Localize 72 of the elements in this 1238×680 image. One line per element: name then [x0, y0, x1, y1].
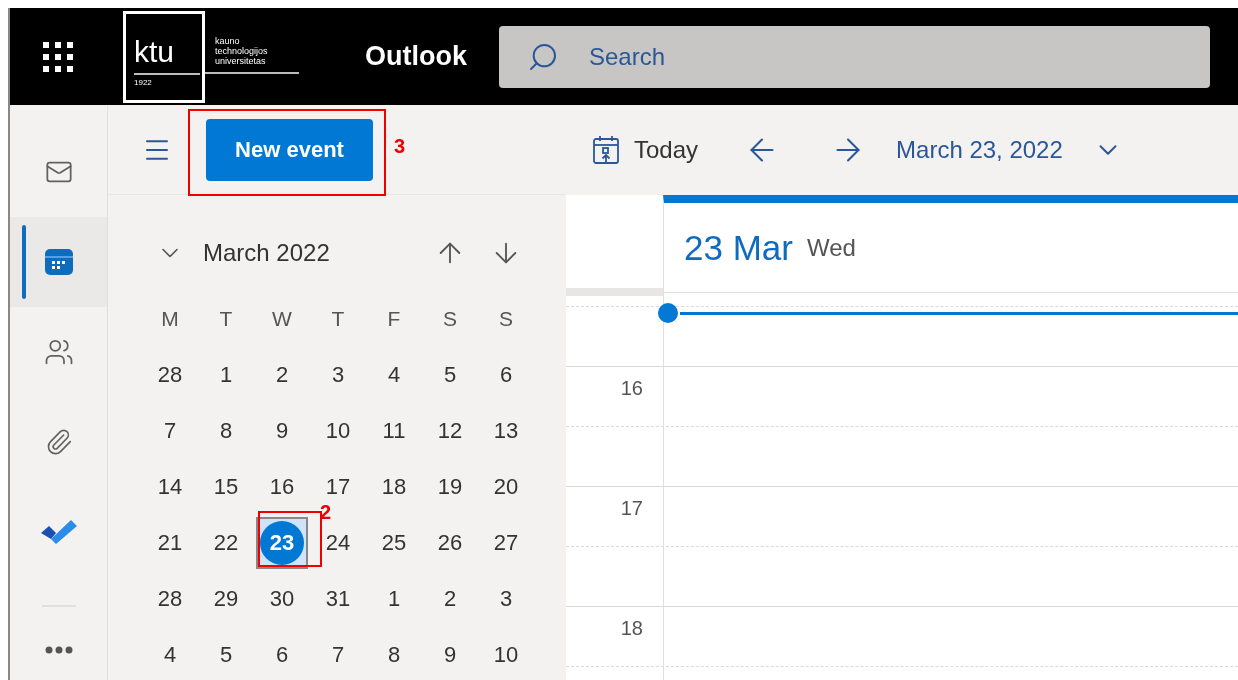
calendar-day[interactable]: 13	[480, 405, 532, 457]
calendar-day[interactable]: 4	[368, 349, 420, 401]
calendar-day[interactable]: 6	[256, 629, 308, 680]
calendar-day[interactable]: 2	[256, 349, 308, 401]
calendar-day[interactable]: 9	[424, 629, 476, 680]
calendar-day[interactable]: 25	[368, 517, 420, 569]
calendar-day[interactable]: 7	[144, 405, 196, 457]
calendar-day[interactable]: 10	[480, 629, 532, 680]
weekday-label: S	[443, 307, 457, 331]
app-launcher-icon[interactable]	[41, 39, 75, 74]
calendar-day[interactable]: 9	[256, 405, 308, 457]
calendar-day[interactable]: 7	[312, 629, 364, 680]
people-icon	[43, 337, 74, 367]
weekday-label: M	[161, 307, 179, 331]
calendar-day[interactable]: 29	[200, 573, 252, 625]
hour-label: 18	[620, 617, 643, 641]
logo-text: universitetas	[215, 55, 266, 66]
annotation-number: 2	[320, 501, 332, 524]
calendar-icon	[43, 247, 74, 277]
calendar-day[interactable]: 10	[312, 405, 364, 457]
calendar-day[interactable]: 28	[144, 573, 196, 625]
calendar-day[interactable]: 12	[424, 405, 476, 457]
calendar-day[interactable]: 16	[256, 461, 308, 513]
calendar-day[interactable]: 11	[368, 405, 420, 457]
calendar-day[interactable]: 1	[368, 573, 420, 625]
calendar-day[interactable]: 26	[424, 517, 476, 569]
calendar-day[interactable]: 23	[256, 517, 308, 569]
calendar-day[interactable]: 3	[312, 349, 364, 401]
calendar-day[interactable]: 19	[424, 461, 476, 513]
new-event-button[interactable]: New event	[206, 118, 373, 181]
logo-year: 1922	[134, 78, 153, 88]
calendar-day[interactable]: 5	[200, 629, 252, 680]
weekday-label: T	[219, 307, 233, 331]
app-title: Outlook	[365, 41, 467, 72]
calendar-day[interactable]: 3	[480, 573, 532, 625]
calendar-day[interactable]: 1	[200, 349, 252, 401]
calendar-day[interactable]: 27	[480, 517, 532, 569]
search-field[interactable]: Search	[499, 25, 1210, 88]
hour-label: 16	[620, 377, 643, 401]
day-date: 23 Mar	[684, 227, 793, 268]
calendar-today-icon	[592, 135, 620, 165]
calendar-day[interactable]: 22	[200, 517, 252, 569]
calendar-day[interactable]: 30	[256, 573, 308, 625]
calendar-day[interactable]: 8	[200, 405, 252, 457]
logo-text: technologijos	[215, 45, 269, 56]
more-icon	[44, 646, 73, 654]
month-title: March 2022	[202, 238, 331, 268]
today-button[interactable]: Today	[586, 135, 705, 165]
calendar-day[interactable]: 28	[144, 349, 196, 401]
calendar-day[interactable]: 5	[424, 349, 476, 401]
calendar-day[interactable]: 31	[312, 573, 364, 625]
date-picker-button[interactable]: March 23, 2022	[896, 135, 1123, 165]
logo-mark: ktu	[134, 37, 176, 67]
calendar-day[interactable]: 6	[480, 349, 532, 401]
calendar-day[interactable]: 21	[144, 517, 196, 569]
weekday-label: S	[499, 307, 513, 331]
weekday-label: W	[272, 307, 292, 331]
annotation-frame	[258, 511, 322, 567]
calendar-day[interactable]: 8	[368, 629, 420, 680]
calendar-day[interactable]: 15	[200, 461, 252, 513]
calendar-day[interactable]: 18	[368, 461, 420, 513]
calendar-day[interactable]: 14	[144, 461, 196, 513]
logo-text: kauno	[215, 35, 241, 46]
weekday-label: F	[387, 307, 401, 331]
nav-rail-item[interactable]	[10, 217, 107, 307]
calendar-day[interactable]: 4	[144, 629, 196, 680]
hour-label: 17	[620, 497, 643, 521]
calendar-day[interactable]: 20	[480, 461, 532, 513]
annotation-number: 3	[394, 134, 406, 158]
day-weekday: Wed	[806, 233, 856, 262]
calendar-day[interactable]: 2	[424, 573, 476, 625]
weekday-label: T	[331, 307, 345, 331]
